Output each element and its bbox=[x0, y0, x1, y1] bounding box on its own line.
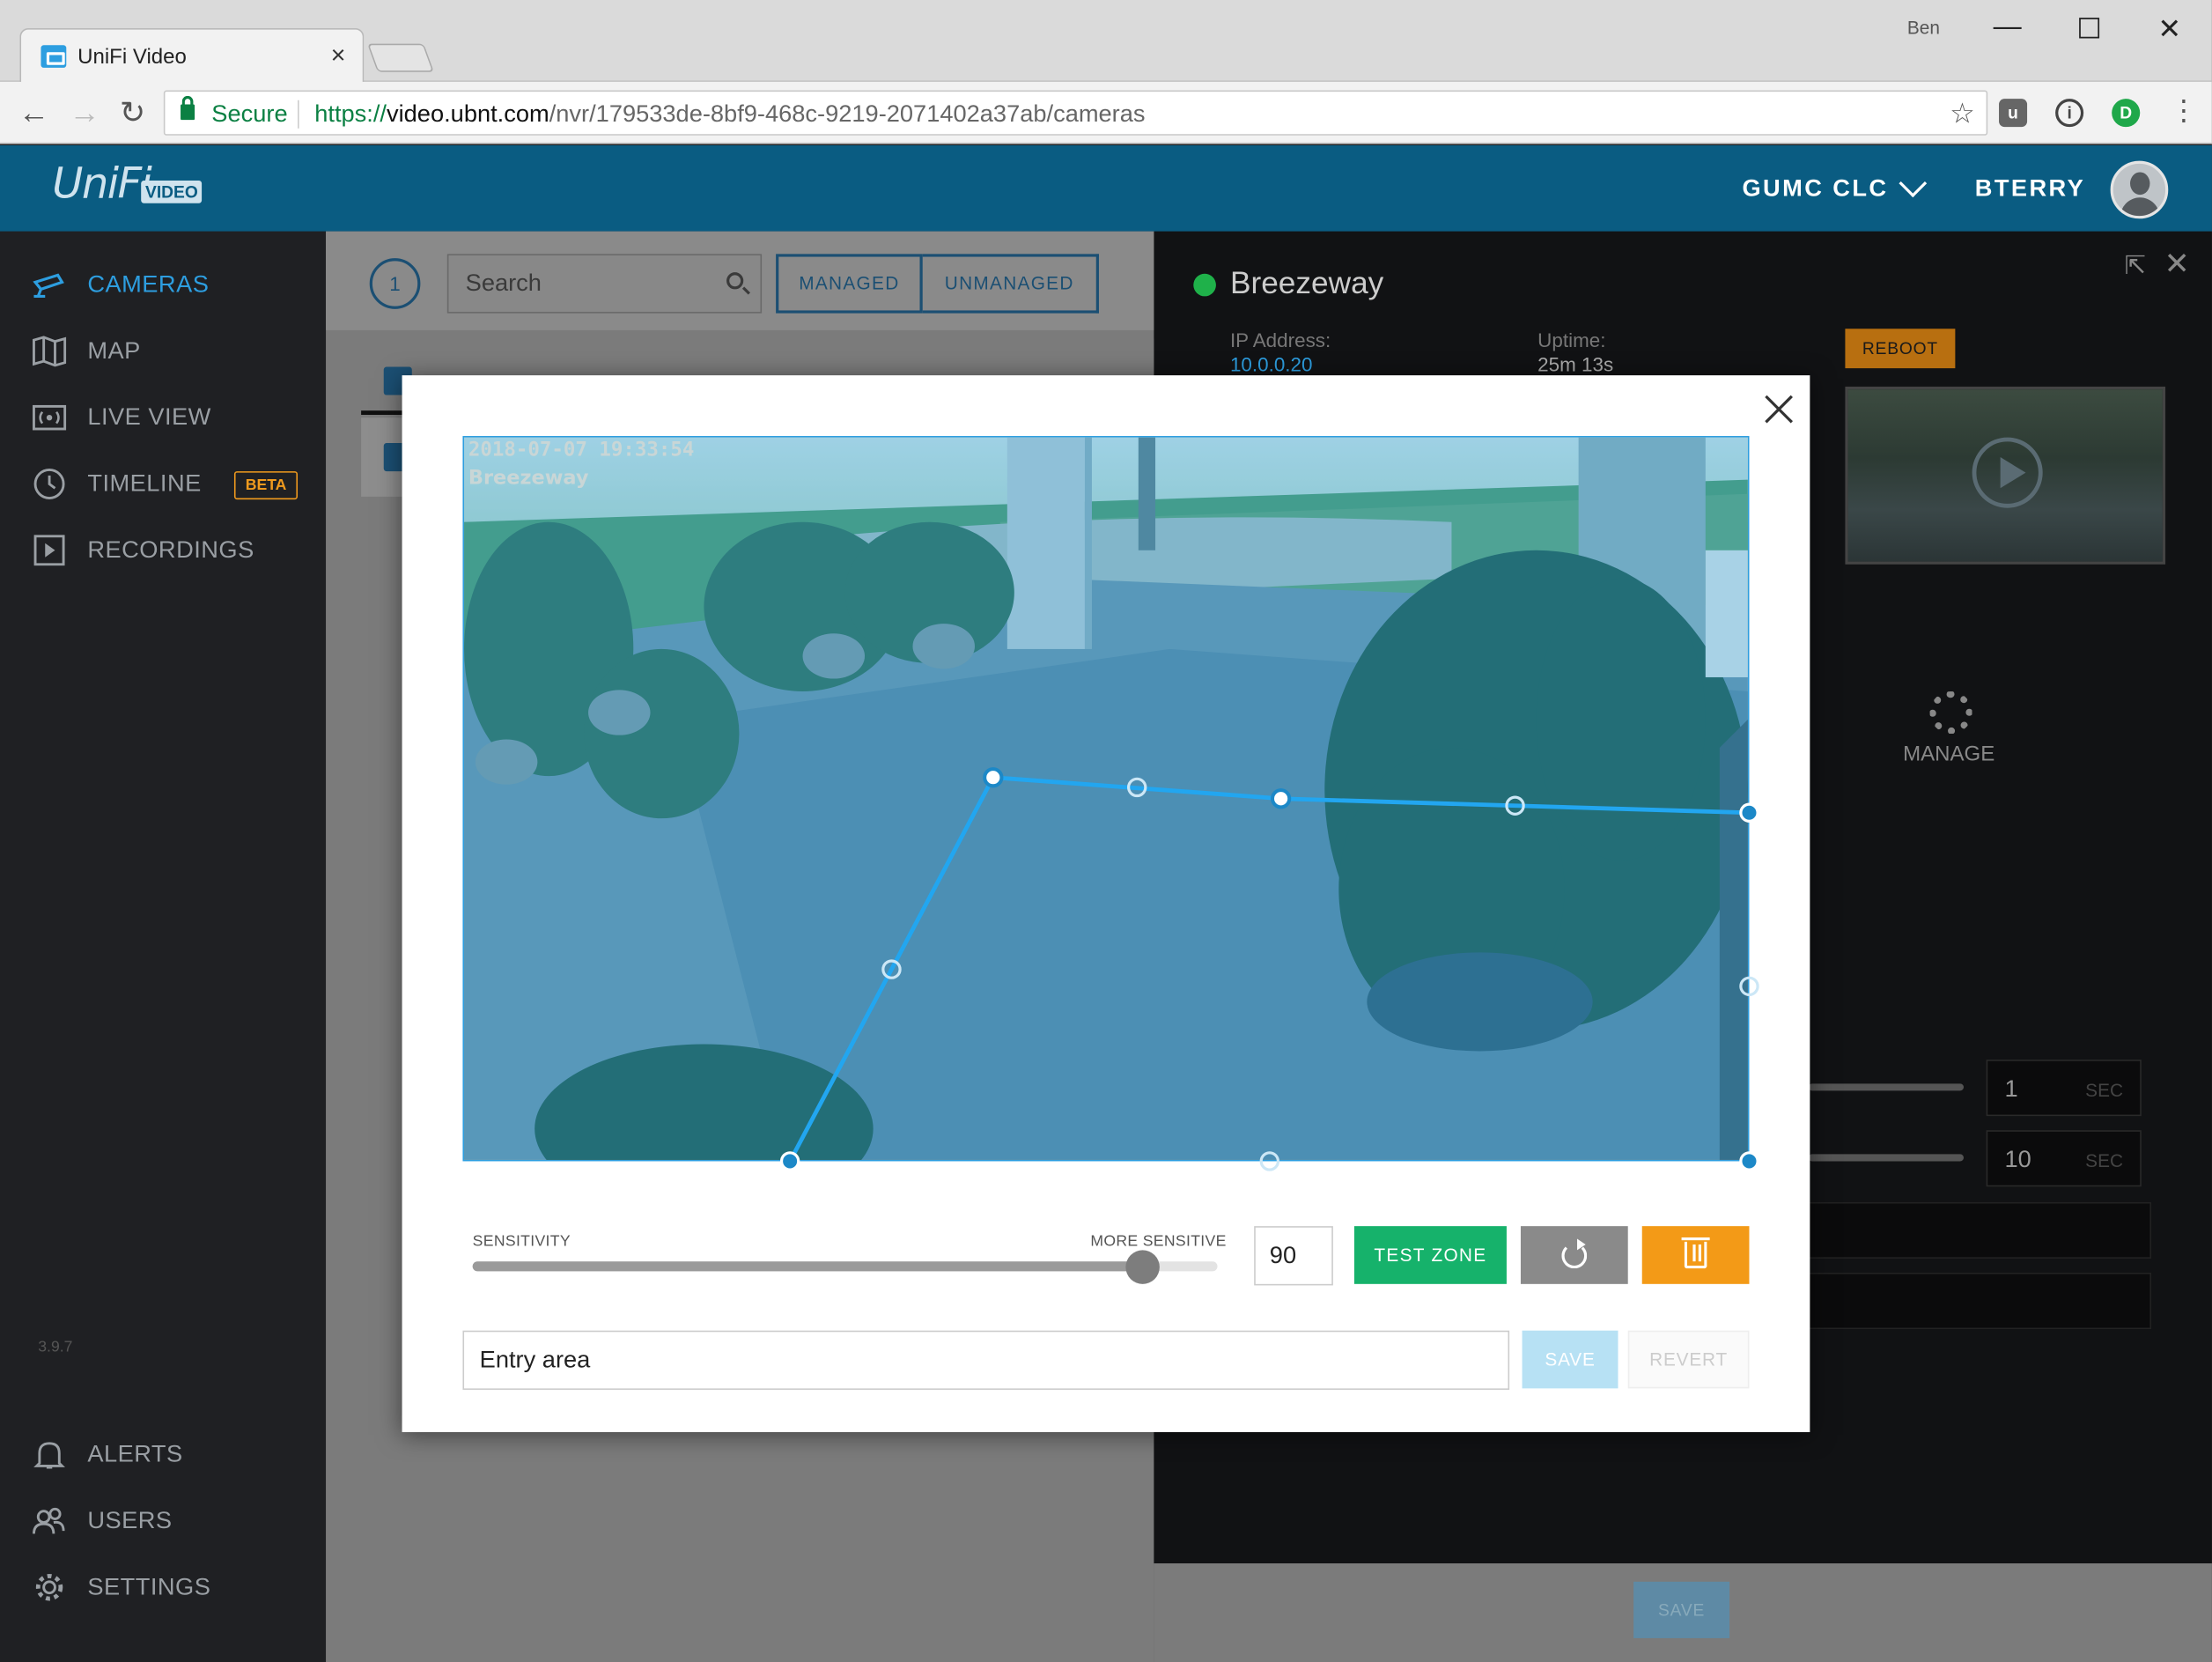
camera-feed[interactable]: 2018-07-07 19:33:54 Breezeway bbox=[462, 436, 1759, 1171]
sensitivity-value-input[interactable] bbox=[1254, 1226, 1333, 1286]
zone-vertex-handle bbox=[779, 1151, 800, 1171]
unifi-favicon-icon bbox=[41, 45, 67, 68]
refresh-icon bbox=[1561, 1238, 1588, 1269]
zone-vertex-handle bbox=[1739, 1151, 1759, 1171]
window-profile-name[interactable]: Ben bbox=[1907, 17, 1940, 38]
browser-menu-icon[interactable]: ⋮ bbox=[2170, 93, 2198, 129]
tab-close-button[interactable]: × bbox=[331, 41, 346, 70]
delete-zone-button[interactable] bbox=[1641, 1226, 1750, 1284]
user-menu[interactable]: BTERRY bbox=[1975, 175, 2085, 203]
motion-zone-editor[interactable] bbox=[464, 438, 1759, 1171]
browser-titlebar: UniFi Video × Ben — ☐ ✕ bbox=[0, 0, 2212, 84]
reset-zone-button[interactable] bbox=[1520, 1226, 1628, 1284]
reload-icon[interactable]: ↻ bbox=[114, 94, 151, 131]
minimize-icon[interactable]: — bbox=[1987, 11, 2029, 44]
zone-vertex-handle bbox=[1739, 802, 1759, 823]
browser-tab[interactable]: UniFi Video × bbox=[19, 28, 365, 84]
zone-vertex-handle bbox=[983, 767, 1004, 788]
info-extension-icon[interactable]: i bbox=[2055, 99, 2084, 128]
more-sensitive-label: MORE SENSITIVE bbox=[1090, 1233, 1227, 1251]
id-extension-icon[interactable]: D bbox=[2112, 99, 2141, 128]
window-close-icon[interactable]: ✕ bbox=[2149, 11, 2191, 47]
sensitivity-fill bbox=[472, 1261, 1143, 1272]
site-selector[interactable]: GUMC CLC bbox=[1742, 175, 1888, 203]
zone-vertex-handle bbox=[1271, 788, 1292, 809]
url-protocol: https:// bbox=[314, 100, 387, 128]
lock-icon bbox=[181, 95, 195, 121]
zone-midpoint-handle bbox=[1259, 1151, 1280, 1171]
zone-name-input[interactable] bbox=[462, 1330, 1510, 1390]
unifi-logo[interactable]: UniFi bbox=[52, 159, 152, 209]
browser-toolbar: ← → ↻ Secure https://video.ubnt.com/nvr/… bbox=[0, 81, 2212, 144]
sensitivity-label: SENSITIVITY bbox=[472, 1233, 571, 1251]
avatar[interactable] bbox=[2110, 160, 2169, 219]
test-zone-button[interactable]: TEST ZONE bbox=[1353, 1226, 1507, 1284]
new-tab-button[interactable] bbox=[367, 43, 434, 72]
chevron-down-icon[interactable] bbox=[1899, 169, 1928, 198]
zone-revert-button[interactable]: REVERT bbox=[1627, 1330, 1750, 1389]
omnibox-divider bbox=[298, 100, 299, 129]
zone-outline bbox=[787, 775, 1750, 1163]
motion-zone-dialog: 2018-07-07 19:33:54 Breezeway SENSITIVIT… bbox=[402, 375, 1810, 1433]
maximize-icon[interactable]: ☐ bbox=[2068, 11, 2111, 47]
address-bar[interactable]: Secure https://video.ubnt.com/nvr/179533… bbox=[163, 90, 1988, 136]
url-host: video.ubnt.com bbox=[386, 100, 549, 128]
tab-title: UniFi Video bbox=[77, 45, 187, 70]
dialog-close-icon[interactable] bbox=[1762, 392, 1795, 425]
back-arrow-icon[interactable]: ← bbox=[16, 94, 53, 131]
sensitivity-slider[interactable] bbox=[472, 1250, 1218, 1284]
zone-midpoint-handle bbox=[1739, 976, 1759, 997]
secure-label: Secure bbox=[211, 100, 288, 128]
zone-save-button[interactable]: SAVE bbox=[1522, 1330, 1618, 1389]
forward-arrow-icon[interactable]: → bbox=[66, 94, 103, 131]
sensitivity-handle[interactable] bbox=[1125, 1250, 1161, 1284]
unifi-logo-badge: VIDEO bbox=[141, 181, 203, 203]
url-path: /nvr/179533de-8bf9-468c-9219-2071402a37a… bbox=[549, 100, 1146, 128]
app-header: UniFi VIDEO GUMC CLC BTERRY bbox=[0, 145, 2212, 232]
url-text[interactable]: https://video.ubnt.com/nvr/179533de-8bf9… bbox=[314, 100, 1145, 129]
ublock-extension-icon[interactable]: u bbox=[1999, 99, 2028, 128]
bookmark-star-icon[interactable]: ☆ bbox=[1950, 96, 1975, 131]
trash-icon bbox=[1681, 1237, 1710, 1269]
